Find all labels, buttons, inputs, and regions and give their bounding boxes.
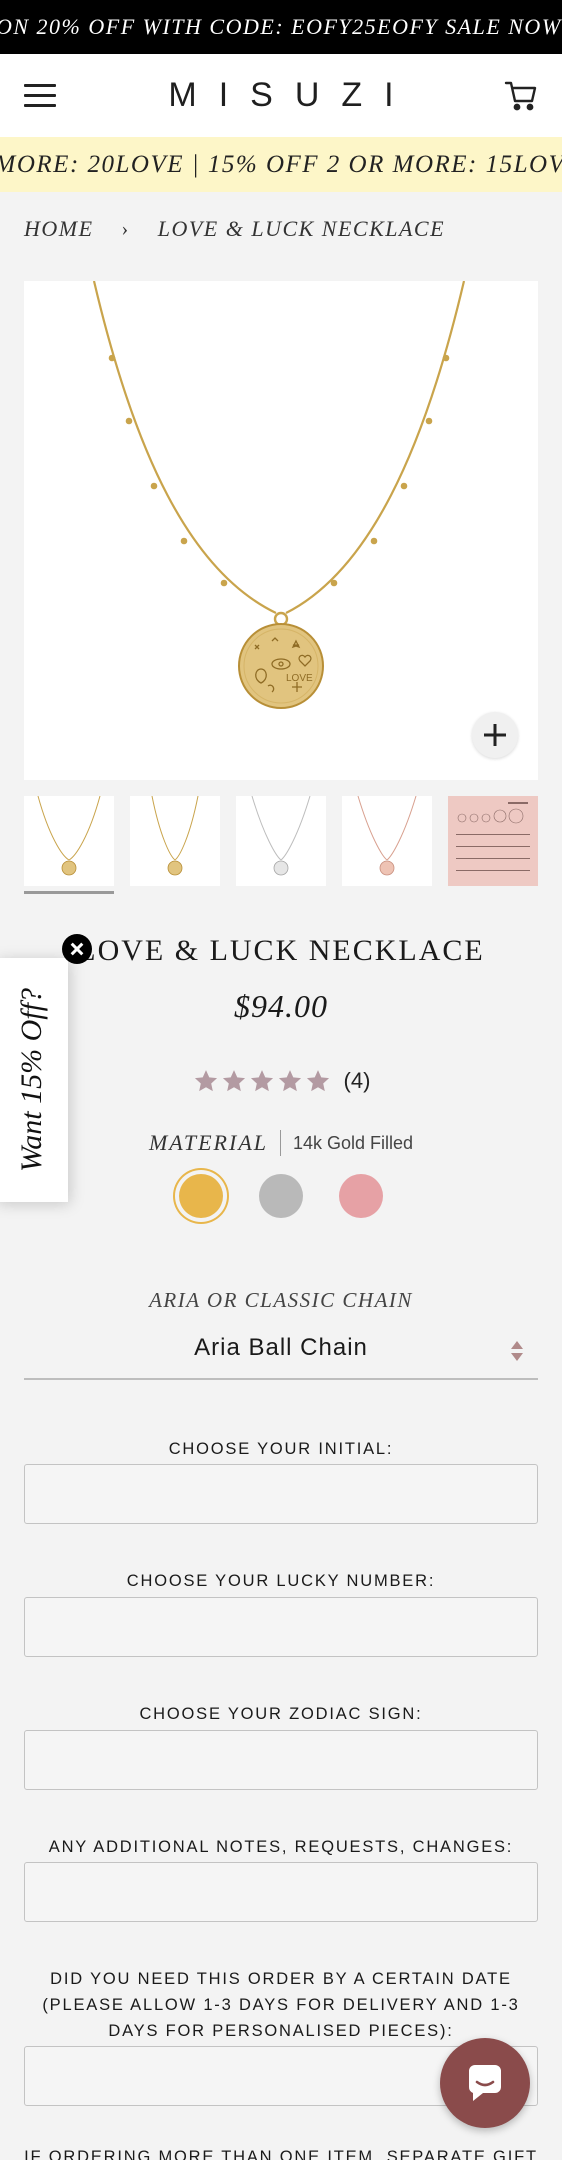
chain-label: ARIA OR CLASSIC CHAIN [149, 1288, 413, 1312]
thumbnail-gold-2[interactable] [130, 795, 220, 886]
review-count: (4) [343, 1068, 371, 1093]
star-icon [222, 1070, 245, 1092]
star-icon [306, 1070, 329, 1092]
lucky-number-label: CHOOSE YOUR LUCKY NUMBER: [126, 1572, 436, 1590]
thumbnail-rose[interactable] [342, 795, 432, 886]
material-selected: 14k Gold Filled [293, 1132, 414, 1153]
site-header: MISUZI [0, 54, 562, 137]
cart-icon[interactable] [504, 80, 538, 112]
initial-label: CHOOSE YOUR INITIAL: [168, 1440, 394, 1458]
announcement-text: ON 20% OFF WITH CODE: EOFY25EOFY SALE NO… [0, 14, 562, 39]
promo-bar: R MORE: 20LOVE | 15% OFF 2 OR MORE: 15LO… [0, 137, 562, 192]
breadcrumb-home[interactable]: HOME [24, 216, 94, 242]
swatch-silver[interactable] [259, 1174, 303, 1218]
discount-popup-text: Want 15% Off? [15, 988, 48, 1172]
product-rating[interactable]: (4) [0, 1068, 562, 1094]
promo-text: R MORE: 20LOVE | 15% OFF 2 OR MORE: 15LO… [0, 151, 562, 178]
breadcrumb: HOME › LOVE & LUCK NECKLACE [24, 216, 445, 242]
thumbnail-chart[interactable] [448, 796, 538, 886]
star-icon [250, 1070, 273, 1092]
swatch-gold[interactable] [179, 1174, 223, 1218]
zodiac-label: CHOOSE YOUR ZODIAC SIGN: [139, 1705, 423, 1723]
discount-popup-tab[interactable]: Want 15% Off? [0, 958, 68, 1202]
zodiac-input[interactable] [24, 1730, 538, 1790]
product-main-image[interactable]: LOVE [24, 280, 538, 780]
announcement-bar: ON 20% OFF WITH CODE: EOFY25EOFY SALE NO… [0, 0, 562, 54]
close-icon[interactable] [62, 934, 92, 964]
thumbnail-silver[interactable] [236, 795, 326, 886]
star-icon [278, 1070, 301, 1092]
thumbnail-strip [24, 795, 538, 894]
material-row: MATERIAL 14k Gold Filled [0, 1130, 562, 1156]
swatch-rose[interactable] [339, 1174, 383, 1218]
chain-selected: Aria Ball Chain [194, 1334, 368, 1361]
necklace-image: LOVE [92, 280, 466, 709]
initial-input[interactable] [24, 1464, 538, 1524]
chat-bubble-icon [468, 2065, 501, 2101]
select-arrows-icon [511, 1341, 523, 1361]
zoom-plus-icon[interactable] [472, 712, 518, 758]
chain-select[interactable]: Aria Ball Chain [24, 1322, 538, 1380]
breadcrumb-separator-icon: › [121, 217, 130, 240]
date-label: DID YOU NEED THIS ORDER BY A CERTAIN DAT… [42, 1970, 520, 2040]
material-divider [280, 1130, 281, 1156]
pendant-text: LOVE [286, 673, 313, 684]
lucky-number-input[interactable] [24, 1597, 538, 1657]
notes-input[interactable] [24, 1862, 538, 1922]
chat-button[interactable] [440, 2038, 530, 2128]
material-label: MATERIAL [148, 1130, 268, 1155]
star-icon [194, 1070, 217, 1092]
material-swatches [0, 1174, 562, 1218]
thumbnail-gold-1[interactable] [24, 795, 114, 894]
notes-label: ANY ADDITIONAL NOTES, REQUESTS, CHANGES: [48, 1838, 514, 1856]
site-logo[interactable]: MISUZI [0, 54, 562, 137]
product-price: $94.00 [234, 988, 328, 1024]
gift-label: IF ORDERING MORE THAN ONE ITEM, SEPARATE… [24, 2148, 538, 2160]
breadcrumb-current: LOVE & LUCK NECKLACE [157, 216, 446, 241]
